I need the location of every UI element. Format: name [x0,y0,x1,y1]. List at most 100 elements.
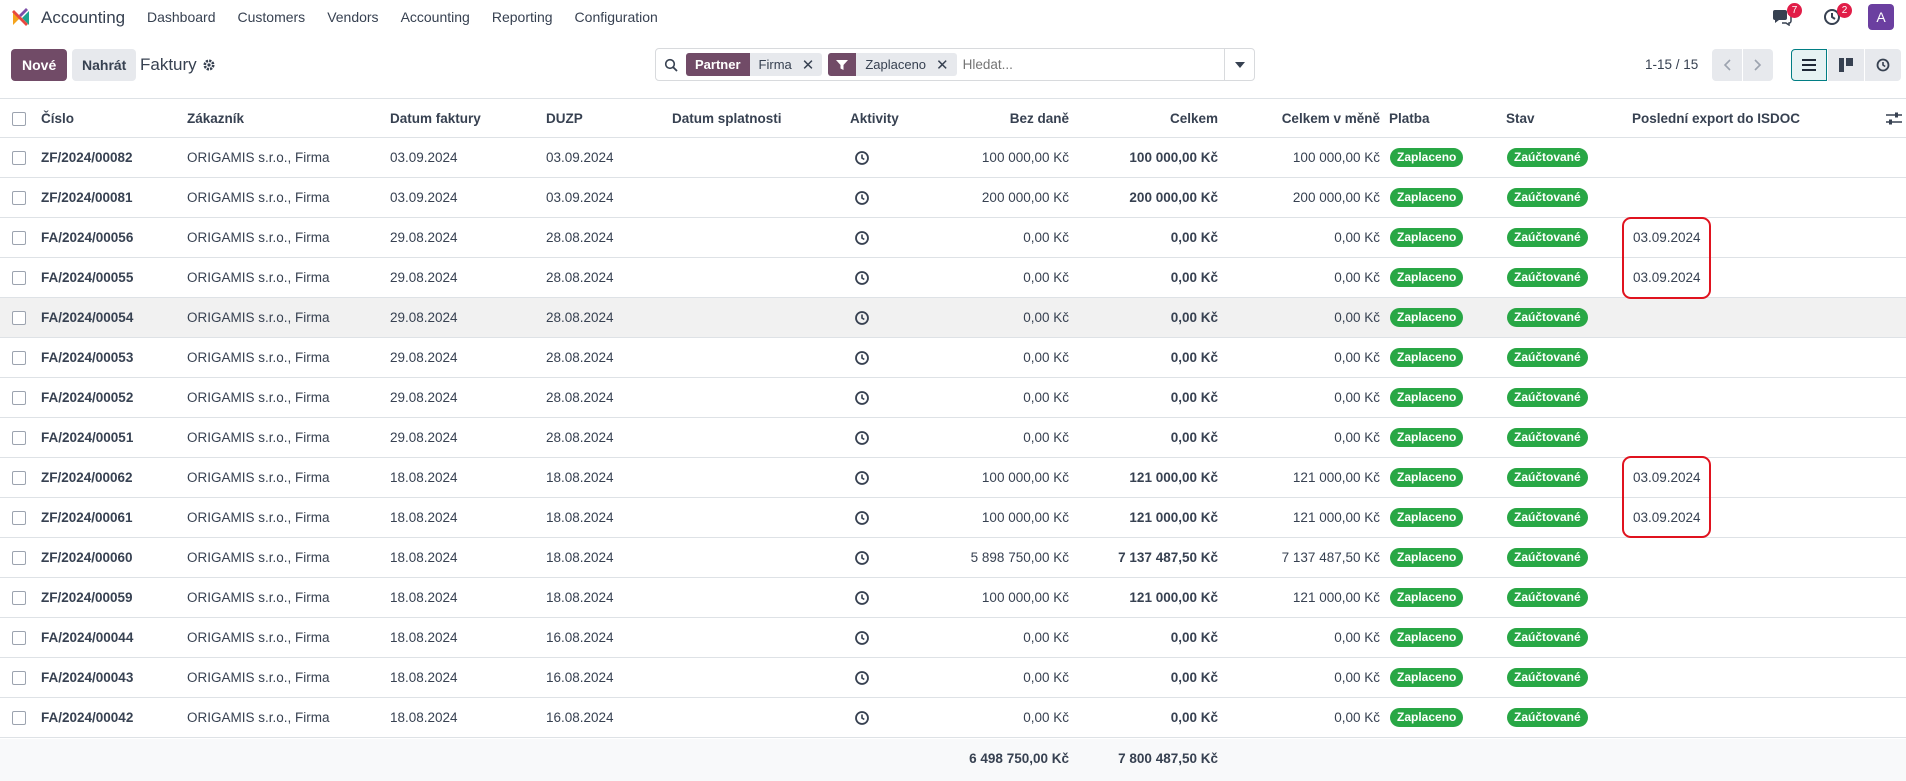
row-checkbox[interactable] [12,311,26,325]
row-checkbox[interactable] [12,271,26,285]
gear-icon[interactable] [202,58,216,72]
search-input[interactable] [962,50,1224,79]
clock-icon[interactable] [854,510,870,526]
clock-icon[interactable] [854,430,870,446]
activities-button[interactable]: 2 [1818,3,1852,30]
clock-icon[interactable] [854,470,870,486]
pager-previous-button[interactable] [1712,49,1742,81]
total-currency-amount: 0,00 Kč [1334,230,1380,245]
menu-customers[interactable]: Customers [238,9,306,25]
col-customer[interactable]: Zákazník [187,111,244,126]
messages-button[interactable]: 7 [1768,3,1802,30]
top-navbar: Accounting Dashboard Customers Vendors A… [0,0,1906,34]
col-total[interactable]: Celkem [1170,111,1218,126]
clock-icon[interactable] [854,150,870,166]
clock-icon[interactable] [854,630,870,646]
menu-vendors[interactable]: Vendors [327,9,378,25]
duzp-date: 18.08.2024 [546,510,614,525]
menu-configuration[interactable]: Configuration [575,9,658,25]
kanban-view-button[interactable] [1828,49,1864,81]
row-checkbox[interactable] [12,191,26,205]
col-duzp[interactable]: DUZP [546,111,583,126]
pager-value[interactable]: 1-15 / 15 [1645,57,1698,72]
table-row[interactable]: FA/2024/00052 ORIGAMIS s.r.o., Firma 29.08… [0,378,1906,418]
table-row[interactable]: FA/2024/00044 ORIGAMIS s.r.o., Firma 18.08… [0,618,1906,658]
menu-reporting[interactable]: Reporting [492,9,553,25]
clock-icon[interactable] [854,190,870,206]
invoice-number: ZF/2024/00059 [41,590,133,605]
row-checkbox[interactable] [12,671,26,685]
row-checkbox[interactable] [12,711,26,725]
row-checkbox[interactable] [12,631,26,645]
row-checkbox[interactable] [12,351,26,365]
col-untaxed[interactable]: Bez daně [1010,111,1069,126]
table-row[interactable]: ZF/2024/00081 ORIGAMIS s.r.o., Firma 03.09… [0,178,1906,218]
total-amount: 100 000,00 Kč [1129,150,1218,165]
page-title: Faktury [140,55,197,74]
pager-next-button[interactable] [1743,49,1773,81]
row-checkbox[interactable] [12,551,26,565]
row-checkbox[interactable] [12,391,26,405]
activity-view-button[interactable] [1865,49,1901,81]
row-checkbox[interactable] [12,431,26,445]
col-last-export[interactable]: Poslední export do ISDOC [1632,111,1800,126]
col-number[interactable]: Číslo [41,111,74,126]
list-view-button[interactable] [1791,49,1827,81]
table-row[interactable]: FA/2024/00053 ORIGAMIS s.r.o., Firma 29.08… [0,338,1906,378]
table-row[interactable]: FA/2024/00054 ORIGAMIS s.r.o., Firma 29.08… [0,298,1906,338]
clock-icon[interactable] [854,230,870,246]
table-row[interactable]: ZF/2024/00060 ORIGAMIS s.r.o., Firma 18.08… [0,538,1906,578]
clock-icon[interactable] [854,590,870,606]
table-row[interactable]: FA/2024/00043 ORIGAMIS s.r.o., Firma 18.08… [0,658,1906,698]
col-invoice-date[interactable]: Datum faktury [390,111,481,126]
table-row[interactable]: FA/2024/00051 ORIGAMIS s.r.o., Firma 29.08… [0,418,1906,458]
clock-icon[interactable] [854,310,870,326]
invoice-number: FA/2024/00051 [41,430,134,445]
search-options-toggle[interactable] [1224,49,1254,80]
close-icon[interactable]: ✕ [932,53,957,76]
col-due-date[interactable]: Datum splatnosti [672,111,782,126]
user-avatar[interactable]: A [1868,4,1894,30]
table-row[interactable]: FA/2024/00042 ORIGAMIS s.r.o., Firma 18.08… [0,698,1906,738]
row-checkbox[interactable] [12,591,26,605]
table-row[interactable]: FA/2024/00055 ORIGAMIS s.r.o., Firma 29.08… [0,258,1906,298]
app-name[interactable]: Accounting [41,8,125,28]
invoice-date: 18.08.2024 [390,670,458,685]
row-checkbox[interactable] [12,231,26,245]
col-state[interactable]: Stav [1506,111,1535,126]
col-payment[interactable]: Platba [1389,111,1430,126]
col-total-currency[interactable]: Celkem v měně [1282,111,1380,126]
col-activities[interactable]: Aktivity [850,111,899,126]
column-options-icon[interactable] [1886,112,1902,126]
clock-icon[interactable] [854,390,870,406]
accounting-app-icon[interactable] [11,8,31,28]
row-checkbox[interactable] [12,151,26,165]
list-icon [1802,59,1816,71]
clock-icon[interactable] [854,710,870,726]
clock-icon[interactable] [854,350,870,366]
invoice-date: 29.08.2024 [390,390,458,405]
payment-status-badge: Zaplaceno [1390,188,1464,207]
row-checkbox[interactable] [12,511,26,525]
row-checkbox[interactable] [12,471,26,485]
caret-down-icon [1234,61,1245,68]
upload-button[interactable]: Nahrát [72,49,137,81]
total-currency-amount: 100 000,00 Kč [1292,150,1380,165]
close-icon[interactable]: ✕ [798,53,823,76]
table-row[interactable]: ZF/2024/00061 ORIGAMIS s.r.o., Firma 18.08… [0,498,1906,538]
new-button[interactable]: Nové [11,49,68,81]
select-all-checkbox[interactable] [12,112,26,126]
clock-icon[interactable] [854,670,870,686]
table-row[interactable]: ZF/2024/00059 ORIGAMIS s.r.o., Firma 18.08… [0,578,1906,618]
customer-name: ORIGAMIS s.r.o., Firma [187,270,330,285]
state-badge: Zaúčtované [1507,348,1588,367]
duzp-date: 18.08.2024 [546,550,614,565]
clock-icon[interactable] [854,550,870,566]
menu-accounting[interactable]: Accounting [401,9,470,25]
total-currency-amount: 0,00 Kč [1334,310,1380,325]
table-row[interactable]: ZF/2024/00082 ORIGAMIS s.r.o., Firma 03.09… [0,138,1906,178]
table-row[interactable]: ZF/2024/00062 ORIGAMIS s.r.o., Firma 18.08… [0,458,1906,498]
clock-icon[interactable] [854,270,870,286]
table-row[interactable]: FA/2024/00056 ORIGAMIS s.r.o., Firma 29.08… [0,218,1906,258]
menu-dashboard[interactable]: Dashboard [147,9,216,25]
